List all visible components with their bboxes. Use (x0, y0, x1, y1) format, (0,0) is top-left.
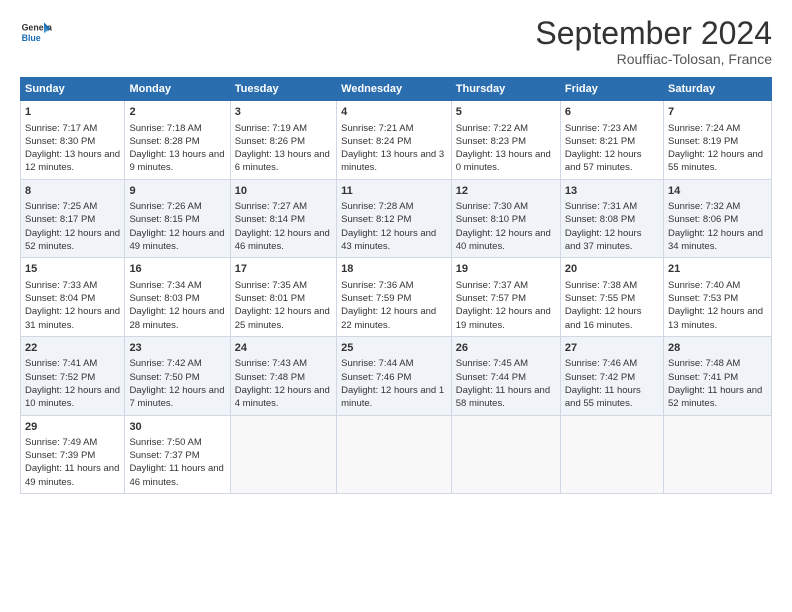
calendar-cell: 14Sunrise: 7:32 AMSunset: 8:06 PMDayligh… (663, 179, 771, 258)
day-number: 8 (25, 184, 120, 199)
calendar-cell: 13Sunrise: 7:31 AMSunset: 8:08 PMDayligh… (560, 179, 663, 258)
col-header-tuesday: Tuesday (230, 78, 336, 101)
title-block: September 2024 Rouffiac-Tolosan, France (535, 16, 772, 67)
calendar-table: SundayMondayTuesdayWednesdayThursdayFrid… (20, 77, 772, 494)
col-header-wednesday: Wednesday (337, 78, 452, 101)
calendar-cell: 7Sunrise: 7:24 AMSunset: 8:19 PMDaylight… (663, 101, 771, 180)
svg-text:Blue: Blue (22, 33, 41, 43)
col-header-friday: Friday (560, 78, 663, 101)
calendar-cell: 5Sunrise: 7:22 AMSunset: 8:23 PMDaylight… (451, 101, 560, 180)
calendar-cell: 8Sunrise: 7:25 AMSunset: 8:17 PMDaylight… (21, 179, 125, 258)
day-number: 30 (129, 420, 225, 435)
calendar-cell: 30Sunrise: 7:50 AMSunset: 7:37 PMDayligh… (125, 415, 230, 494)
week-row: 29Sunrise: 7:49 AMSunset: 7:39 PMDayligh… (21, 415, 772, 494)
col-header-thursday: Thursday (451, 78, 560, 101)
calendar-cell: 1Sunrise: 7:17 AMSunset: 8:30 PMDaylight… (21, 101, 125, 180)
col-header-saturday: Saturday (663, 78, 771, 101)
day-number: 11 (341, 184, 447, 199)
day-number: 27 (565, 341, 659, 356)
calendar-cell: 19Sunrise: 7:37 AMSunset: 7:57 PMDayligh… (451, 258, 560, 337)
day-number: 20 (565, 262, 659, 277)
calendar-cell (663, 415, 771, 494)
week-row: 8Sunrise: 7:25 AMSunset: 8:17 PMDaylight… (21, 179, 772, 258)
calendar-cell: 28Sunrise: 7:48 AMSunset: 7:41 PMDayligh… (663, 336, 771, 415)
calendar-cell: 27Sunrise: 7:46 AMSunset: 7:42 PMDayligh… (560, 336, 663, 415)
day-number: 26 (456, 341, 556, 356)
day-number: 17 (235, 262, 332, 277)
calendar-cell: 16Sunrise: 7:34 AMSunset: 8:03 PMDayligh… (125, 258, 230, 337)
calendar-cell: 20Sunrise: 7:38 AMSunset: 7:55 PMDayligh… (560, 258, 663, 337)
day-number: 9 (129, 184, 225, 199)
calendar-cell: 4Sunrise: 7:21 AMSunset: 8:24 PMDaylight… (337, 101, 452, 180)
calendar-cell: 23Sunrise: 7:42 AMSunset: 7:50 PMDayligh… (125, 336, 230, 415)
calendar-cell: 24Sunrise: 7:43 AMSunset: 7:48 PMDayligh… (230, 336, 336, 415)
calendar-cell: 9Sunrise: 7:26 AMSunset: 8:15 PMDaylight… (125, 179, 230, 258)
day-number: 7 (668, 105, 767, 120)
calendar-cell: 3Sunrise: 7:19 AMSunset: 8:26 PMDaylight… (230, 101, 336, 180)
calendar-cell (560, 415, 663, 494)
day-number: 25 (341, 341, 447, 356)
day-number: 14 (668, 184, 767, 199)
day-number: 5 (456, 105, 556, 120)
col-header-sunday: Sunday (21, 78, 125, 101)
calendar-cell: 18Sunrise: 7:36 AMSunset: 7:59 PMDayligh… (337, 258, 452, 337)
col-header-monday: Monday (125, 78, 230, 101)
calendar-cell: 10Sunrise: 7:27 AMSunset: 8:14 PMDayligh… (230, 179, 336, 258)
calendar-cell: 11Sunrise: 7:28 AMSunset: 8:12 PMDayligh… (337, 179, 452, 258)
calendar-cell: 17Sunrise: 7:35 AMSunset: 8:01 PMDayligh… (230, 258, 336, 337)
calendar-cell: 12Sunrise: 7:30 AMSunset: 8:10 PMDayligh… (451, 179, 560, 258)
day-number: 15 (25, 262, 120, 277)
calendar-cell: 25Sunrise: 7:44 AMSunset: 7:46 PMDayligh… (337, 336, 452, 415)
day-number: 13 (565, 184, 659, 199)
calendar-cell: 29Sunrise: 7:49 AMSunset: 7:39 PMDayligh… (21, 415, 125, 494)
calendar-cell: 21Sunrise: 7:40 AMSunset: 7:53 PMDayligh… (663, 258, 771, 337)
calendar-cell (451, 415, 560, 494)
logo: General Blue (20, 16, 52, 48)
day-number: 18 (341, 262, 447, 277)
day-number: 29 (25, 420, 120, 435)
week-row: 22Sunrise: 7:41 AMSunset: 7:52 PMDayligh… (21, 336, 772, 415)
day-number: 12 (456, 184, 556, 199)
day-number: 21 (668, 262, 767, 277)
day-number: 2 (129, 105, 225, 120)
day-number: 6 (565, 105, 659, 120)
day-number: 1 (25, 105, 120, 120)
week-row: 1Sunrise: 7:17 AMSunset: 8:30 PMDaylight… (21, 101, 772, 180)
calendar-cell: 2Sunrise: 7:18 AMSunset: 8:28 PMDaylight… (125, 101, 230, 180)
calendar-cell: 22Sunrise: 7:41 AMSunset: 7:52 PMDayligh… (21, 336, 125, 415)
day-number: 3 (235, 105, 332, 120)
day-number: 10 (235, 184, 332, 199)
day-number: 24 (235, 341, 332, 356)
page-subtitle: Rouffiac-Tolosan, France (535, 51, 772, 67)
calendar-cell (337, 415, 452, 494)
calendar-cell: 26Sunrise: 7:45 AMSunset: 7:44 PMDayligh… (451, 336, 560, 415)
day-number: 4 (341, 105, 447, 120)
day-number: 22 (25, 341, 120, 356)
day-number: 23 (129, 341, 225, 356)
day-number: 28 (668, 341, 767, 356)
page-title: September 2024 (535, 16, 772, 51)
week-row: 15Sunrise: 7:33 AMSunset: 8:04 PMDayligh… (21, 258, 772, 337)
calendar-cell (230, 415, 336, 494)
day-number: 16 (129, 262, 225, 277)
calendar-cell: 6Sunrise: 7:23 AMSunset: 8:21 PMDaylight… (560, 101, 663, 180)
calendar-cell: 15Sunrise: 7:33 AMSunset: 8:04 PMDayligh… (21, 258, 125, 337)
day-number: 19 (456, 262, 556, 277)
